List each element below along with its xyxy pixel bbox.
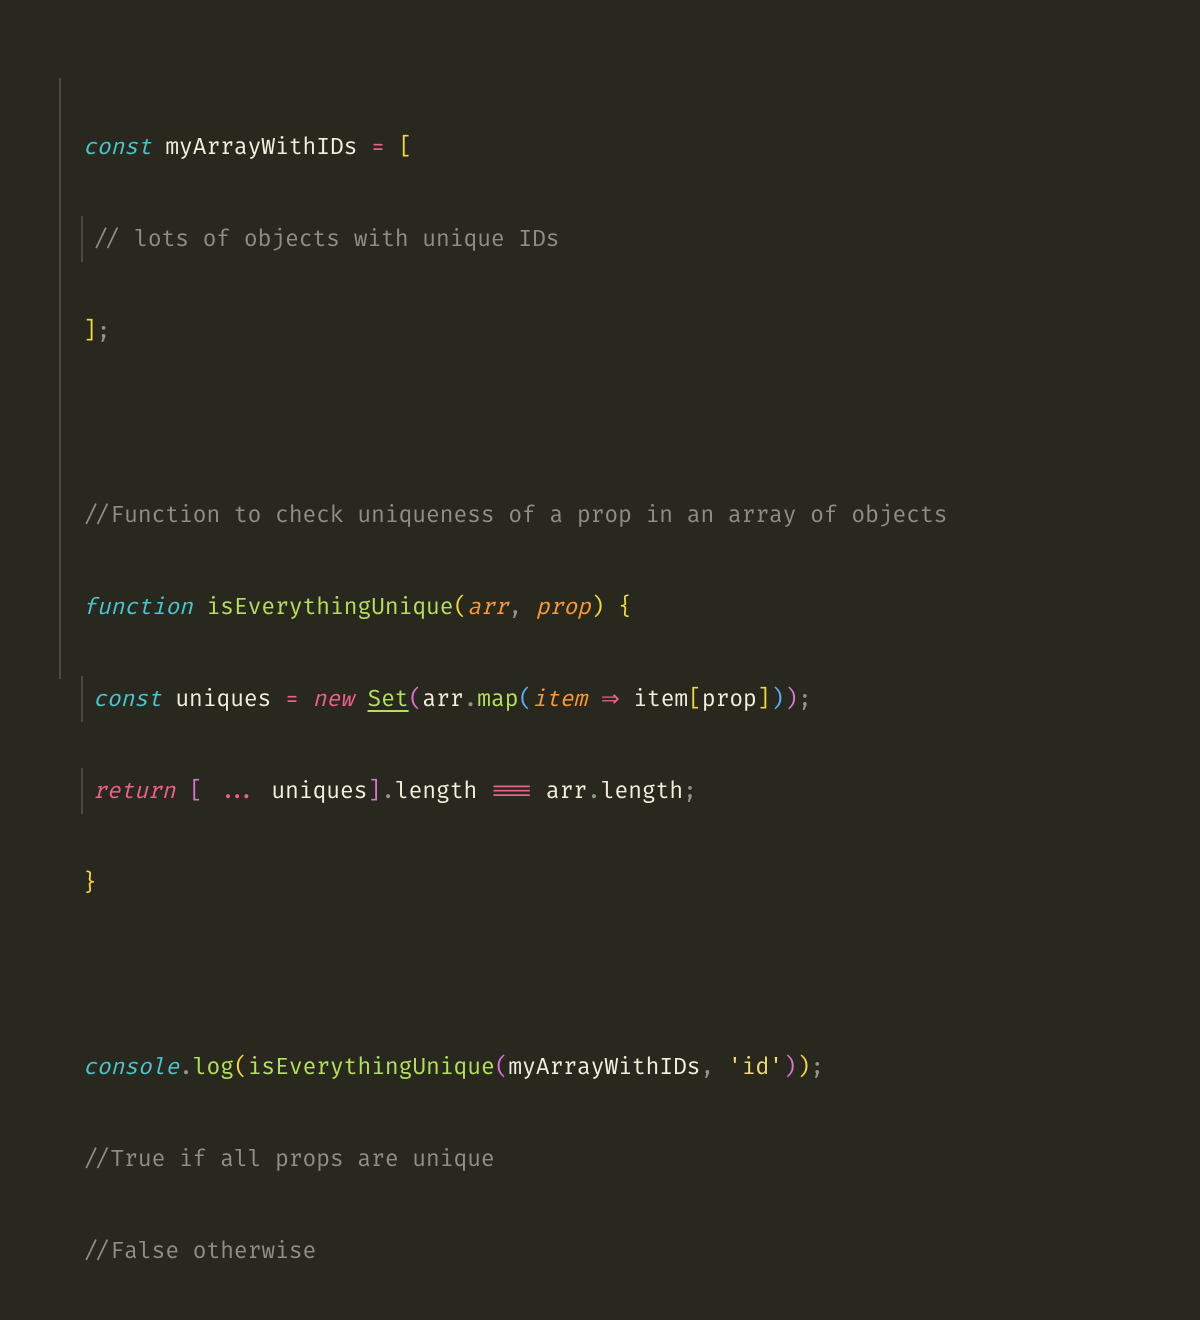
keyword-const: const: [83, 133, 152, 161]
keyword-return: return: [93, 777, 175, 805]
function-name: isEverythingUnique: [207, 593, 454, 621]
comma: ,: [701, 1053, 715, 1081]
comment: // lots of objects with unique IDs: [93, 225, 560, 253]
keyword-new: new: [313, 685, 354, 713]
blank-line: [83, 400, 1160, 446]
parameter: arr: [467, 593, 508, 621]
indent-guide: [81, 216, 83, 262]
code-line: // lots of objects with unique IDs: [83, 216, 1160, 262]
semicolon: ;: [683, 777, 697, 805]
bracket-close: ]: [83, 317, 97, 345]
bracket-close: ]: [757, 685, 771, 713]
indent-guide: [81, 768, 83, 814]
paren-open: (: [518, 685, 532, 713]
comment: //False otherwise: [83, 1237, 316, 1265]
object-console: console: [83, 1053, 179, 1081]
dot: .: [179, 1053, 193, 1081]
paren-close: ): [783, 1053, 797, 1081]
bracket-open: [: [399, 133, 413, 161]
dot: .: [464, 685, 478, 713]
code-line: const uniques = new Set(arr.map(item ⇒ i…: [83, 676, 1160, 722]
space: [354, 685, 368, 713]
paren-open: (: [234, 1053, 248, 1081]
semicolon: ;: [798, 685, 812, 713]
paren-open: (: [409, 685, 423, 713]
property-length: length: [395, 777, 491, 805]
function-call: isEverythingUnique: [248, 1053, 495, 1081]
operator-strict-equals: ===: [491, 777, 532, 805]
space: [175, 777, 189, 805]
property-length: length: [601, 777, 683, 805]
method-map: map: [477, 685, 518, 713]
paren-close: ): [591, 593, 605, 621]
string-literal: 'id': [728, 1053, 783, 1081]
space: [385, 133, 399, 161]
code-line: //True if all props are unique: [83, 1136, 1160, 1182]
operator-equals: =: [285, 685, 299, 713]
space: [605, 593, 619, 621]
paren-close: ): [784, 685, 798, 713]
paren-open: (: [495, 1053, 509, 1081]
bracket-open: [: [189, 777, 203, 805]
space: [714, 1053, 728, 1081]
semicolon: ;: [810, 1053, 824, 1081]
code-line: const myArrayWithIDs = [: [83, 124, 1160, 170]
comment: //True if all props are unique: [83, 1145, 495, 1173]
method-log: log: [193, 1053, 234, 1081]
keyword-const: const: [93, 685, 162, 713]
identifier: uniques: [271, 777, 367, 805]
bracket-open: [: [688, 685, 702, 713]
space: [193, 593, 207, 621]
space: [522, 593, 536, 621]
identifier: arr: [422, 685, 463, 713]
identifier: myArrayWithIDs: [508, 1053, 700, 1081]
indent-guide: [81, 676, 83, 722]
identifier: item: [633, 685, 688, 713]
dot: .: [381, 777, 395, 805]
blank-line: [83, 952, 1160, 998]
arrow-operator: ⇒: [601, 685, 620, 713]
space: [532, 777, 546, 805]
operator-equals: =: [371, 133, 385, 161]
brace-close: }: [83, 869, 97, 897]
dot: .: [587, 777, 601, 805]
code-line: function isEverythingUnique(arr, prop) {: [83, 584, 1160, 630]
comma: ,: [508, 593, 522, 621]
space: [620, 685, 634, 713]
brace-open: {: [618, 593, 632, 621]
identifier: myArrayWithIDs: [152, 133, 372, 161]
space: [587, 685, 601, 713]
parameter: prop: [536, 593, 591, 621]
code-line: //Function to check uniqueness of a prop…: [83, 492, 1160, 538]
code-line: ];: [83, 308, 1160, 354]
identifier: prop: [702, 685, 757, 713]
spread-operator: ...: [203, 777, 272, 805]
identifier: uniques: [162, 685, 286, 713]
code-line: console.log(isEverythingUnique(myArrayWi…: [83, 1044, 1160, 1090]
space: [299, 685, 313, 713]
paren-close: ): [797, 1053, 811, 1081]
type-set: Set: [367, 685, 408, 713]
code-line: return [ ... uniques].length === arr.len…: [83, 768, 1160, 814]
code-line: }: [83, 860, 1160, 906]
paren-close: ): [771, 685, 785, 713]
paren-open: (: [454, 593, 468, 621]
parameter: item: [532, 685, 587, 713]
semicolon: ;: [97, 317, 111, 345]
keyword-function: function: [83, 593, 193, 621]
comment: //Function to check uniqueness of a prop…: [83, 501, 947, 529]
code-editor: const myArrayWithIDs = [ // lots of obje…: [59, 78, 1160, 679]
code-line: //False otherwise: [83, 1228, 1160, 1274]
bracket-close: ]: [367, 777, 381, 805]
identifier: arr: [546, 777, 587, 805]
